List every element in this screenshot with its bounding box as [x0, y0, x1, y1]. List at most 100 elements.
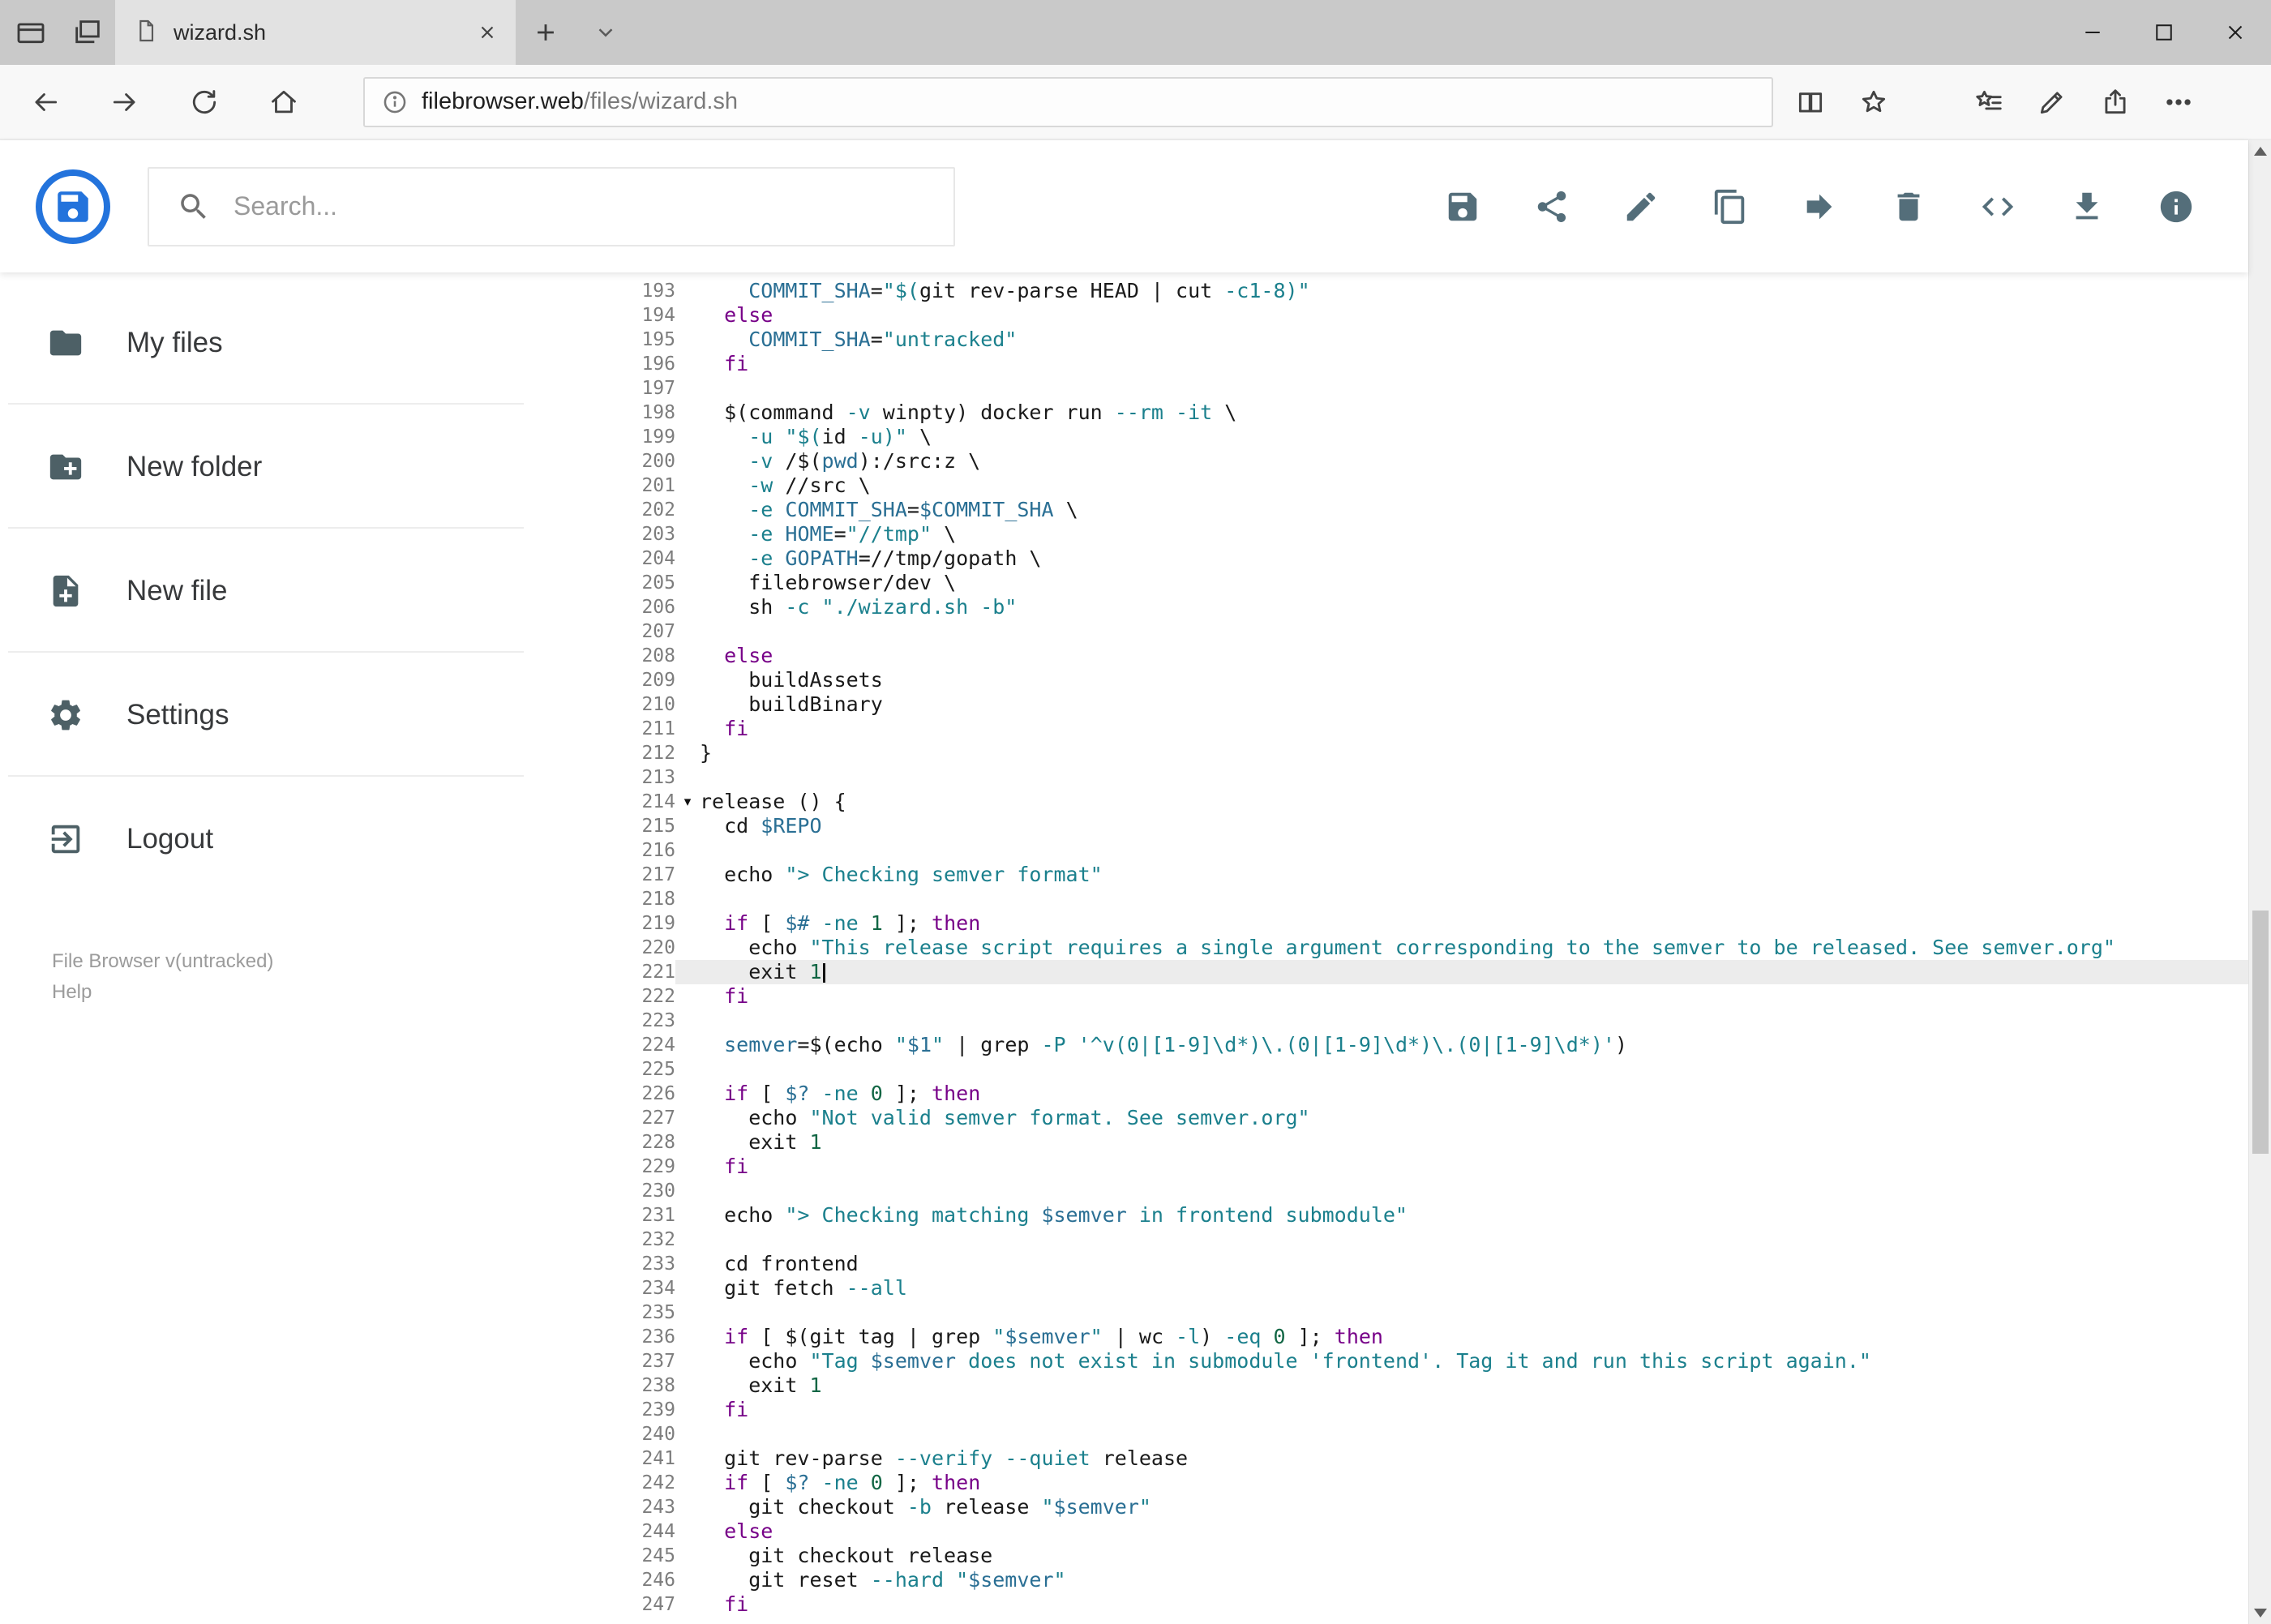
code-line[interactable]: 215 cd $REPO: [586, 814, 2271, 838]
code-line[interactable]: 237 echo "Tag $semver does not exist in …: [586, 1349, 2271, 1373]
save-button[interactable]: [1444, 188, 1481, 225]
code-line[interactable]: 242 if [ $? -ne 0 ]; then: [586, 1471, 2271, 1495]
code-line[interactable]: 205 filebrowser/dev \: [586, 571, 2271, 595]
code-line[interactable]: 235: [586, 1300, 2271, 1325]
code-line[interactable]: 194 else: [586, 303, 2271, 328]
hub-favorites-icon[interactable]: [1960, 73, 2018, 131]
download-button[interactable]: [2068, 188, 2106, 225]
code-line[interactable]: 226 if [ $? -ne 0 ]; then: [586, 1082, 2271, 1106]
code-line[interactable]: 238 exit 1: [586, 1373, 2271, 1398]
code-line[interactable]: 216: [586, 838, 2271, 863]
set-tabs-aside-icon[interactable]: [71, 16, 104, 49]
code-line[interactable]: 214 ▾ release () {: [586, 790, 2271, 814]
back-icon[interactable]: [16, 73, 75, 131]
code-line[interactable]: 247 fi: [586, 1592, 2271, 1617]
code-line[interactable]: 240: [586, 1422, 2271, 1446]
refresh-icon[interactable]: [175, 73, 234, 131]
code-line[interactable]: 196 fi: [586, 352, 2271, 376]
code-line[interactable]: 228 exit 1: [586, 1130, 2271, 1155]
fold-arrow-icon[interactable]: ▾: [675, 790, 700, 814]
code-line[interactable]: 197: [586, 376, 2271, 401]
code-line[interactable]: 211 fi: [586, 717, 2271, 741]
code-line[interactable]: 225: [586, 1057, 2271, 1082]
code-line[interactable]: 234 git fetch --all: [586, 1276, 2271, 1300]
code-line[interactable]: 213: [586, 765, 2271, 790]
code-line[interactable]: 202 -e COMMIT_SHA=$COMMIT_SHA \: [586, 498, 2271, 522]
source-code-button[interactable]: [1979, 188, 2016, 225]
search-input[interactable]: [234, 191, 898, 221]
line-number: 210: [641, 694, 675, 715]
move-button[interactable]: [1801, 188, 1838, 225]
browser-tab[interactable]: wizard.sh: [115, 0, 516, 65]
code-line[interactable]: 212}: [586, 741, 2271, 765]
new-tab-button[interactable]: [516, 0, 576, 65]
code-line[interactable]: 224 semver=$(echo "$1" | grep -P '^v(0|[…: [586, 1033, 2271, 1057]
sidebar-item-new-folder[interactable]: New folder: [0, 405, 586, 529]
code-line[interactable]: 217 echo "> Checking semver format": [586, 863, 2271, 887]
code-line[interactable]: 207: [586, 619, 2271, 644]
code-line[interactable]: 246 git reset --hard "$semver": [586, 1568, 2271, 1592]
code-line[interactable]: 208 else: [586, 644, 2271, 668]
address-bar[interactable]: filebrowser.web/files/wizard.sh: [363, 76, 1773, 127]
code-line[interactable]: 200 -v /$(pwd):/src:z \: [586, 449, 2271, 473]
code-line[interactable]: 210 buildBinary: [586, 692, 2271, 717]
code-line[interactable]: 198 $(command -v winpty) docker run --rm…: [586, 401, 2271, 425]
code-line[interactable]: 203 -e HOME="//tmp" \: [586, 522, 2271, 546]
tab-preview-toggle-icon[interactable]: [15, 16, 47, 49]
tab-close-icon[interactable]: [477, 22, 498, 43]
code-line[interactable]: 201 -w //src \: [586, 473, 2271, 498]
code-line[interactable]: 222 fi: [586, 984, 2271, 1009]
code-line[interactable]: 206 sh -c "./wizard.sh -b": [586, 595, 2271, 619]
scroll-up-arrow-icon[interactable]: [2253, 147, 2267, 156]
web-note-pen-icon[interactable]: [2023, 73, 2081, 131]
home-icon[interactable]: [255, 73, 313, 131]
code-line[interactable]: 229 fi: [586, 1155, 2271, 1179]
more-options-icon[interactable]: [2149, 73, 2208, 131]
code-editor[interactable]: 193 COMMIT_SHA="$(git rev-parse HEAD | c…: [586, 272, 2271, 1624]
tab-list-chevron-icon[interactable]: [576, 0, 636, 65]
code-line[interactable]: 204 -e GOPATH=//tmp/gopath \: [586, 546, 2271, 571]
code-line[interactable]: 227 echo "Not valid semver format. See s…: [586, 1106, 2271, 1130]
sidebar-item-logout[interactable]: Logout: [0, 777, 586, 901]
forward-icon[interactable]: [96, 73, 154, 131]
code-line[interactable]: 232: [586, 1228, 2271, 1252]
maximize-button[interactable]: [2128, 0, 2200, 65]
scrollbar-thumb[interactable]: [2252, 911, 2269, 1154]
code-line[interactable]: 193 COMMIT_SHA="$(git rev-parse HEAD | c…: [586, 279, 2271, 303]
code-line[interactable]: 239 fi: [586, 1398, 2271, 1422]
favorite-star-icon[interactable]: [1845, 73, 1903, 131]
code-line[interactable]: 209 buildAssets: [586, 668, 2271, 692]
code-line[interactable]: 230: [586, 1179, 2271, 1203]
page-scrollbar[interactable]: [2248, 140, 2271, 1624]
share-page-icon[interactable]: [2086, 73, 2145, 131]
code-line[interactable]: 236 if [ $(git tag | grep "$semver" | wc…: [586, 1325, 2271, 1349]
copy-button[interactable]: [1712, 188, 1749, 225]
code-line[interactable]: 221 exit 1: [586, 960, 2271, 984]
search-box[interactable]: [148, 166, 955, 246]
close-window-button[interactable]: [2200, 0, 2271, 65]
code-line[interactable]: 195 COMMIT_SHA="untracked": [586, 328, 2271, 352]
code-line[interactable]: 199 -u "$(id -u)" \: [586, 425, 2271, 449]
code-line[interactable]: 219 if [ $# -ne 1 ]; then: [586, 911, 2271, 936]
sidebar-item-my-files[interactable]: My files: [0, 281, 586, 405]
scroll-down-arrow-icon[interactable]: [2253, 1609, 2267, 1618]
code-line[interactable]: 220 echo "This release script requires a…: [586, 936, 2271, 960]
rename-button[interactable]: [1622, 188, 1660, 225]
sidebar-item-settings[interactable]: Settings: [0, 653, 586, 777]
share-button[interactable]: [1533, 188, 1570, 225]
reading-view-icon[interactable]: [1781, 73, 1840, 131]
code-line[interactable]: 243 git checkout -b release "$semver": [586, 1495, 2271, 1519]
code-line[interactable]: 223: [586, 1009, 2271, 1033]
code-line[interactable]: 233 cd frontend: [586, 1252, 2271, 1276]
fold-gutter: [675, 1373, 700, 1398]
code-line[interactable]: 231 echo "> Checking matching $semver in…: [586, 1203, 2271, 1228]
code-line[interactable]: 218: [586, 887, 2271, 911]
delete-button[interactable]: [1890, 188, 1927, 225]
minimize-button[interactable]: [2057, 0, 2128, 65]
code-line[interactable]: 241 git rev-parse --verify --quiet relea…: [586, 1446, 2271, 1471]
code-line[interactable]: 245 git checkout release: [586, 1544, 2271, 1568]
help-link[interactable]: Help: [52, 977, 586, 1008]
info-button[interactable]: [2157, 188, 2195, 225]
sidebar-item-new-file[interactable]: New file: [0, 529, 586, 653]
code-line[interactable]: 244 else: [586, 1519, 2271, 1544]
